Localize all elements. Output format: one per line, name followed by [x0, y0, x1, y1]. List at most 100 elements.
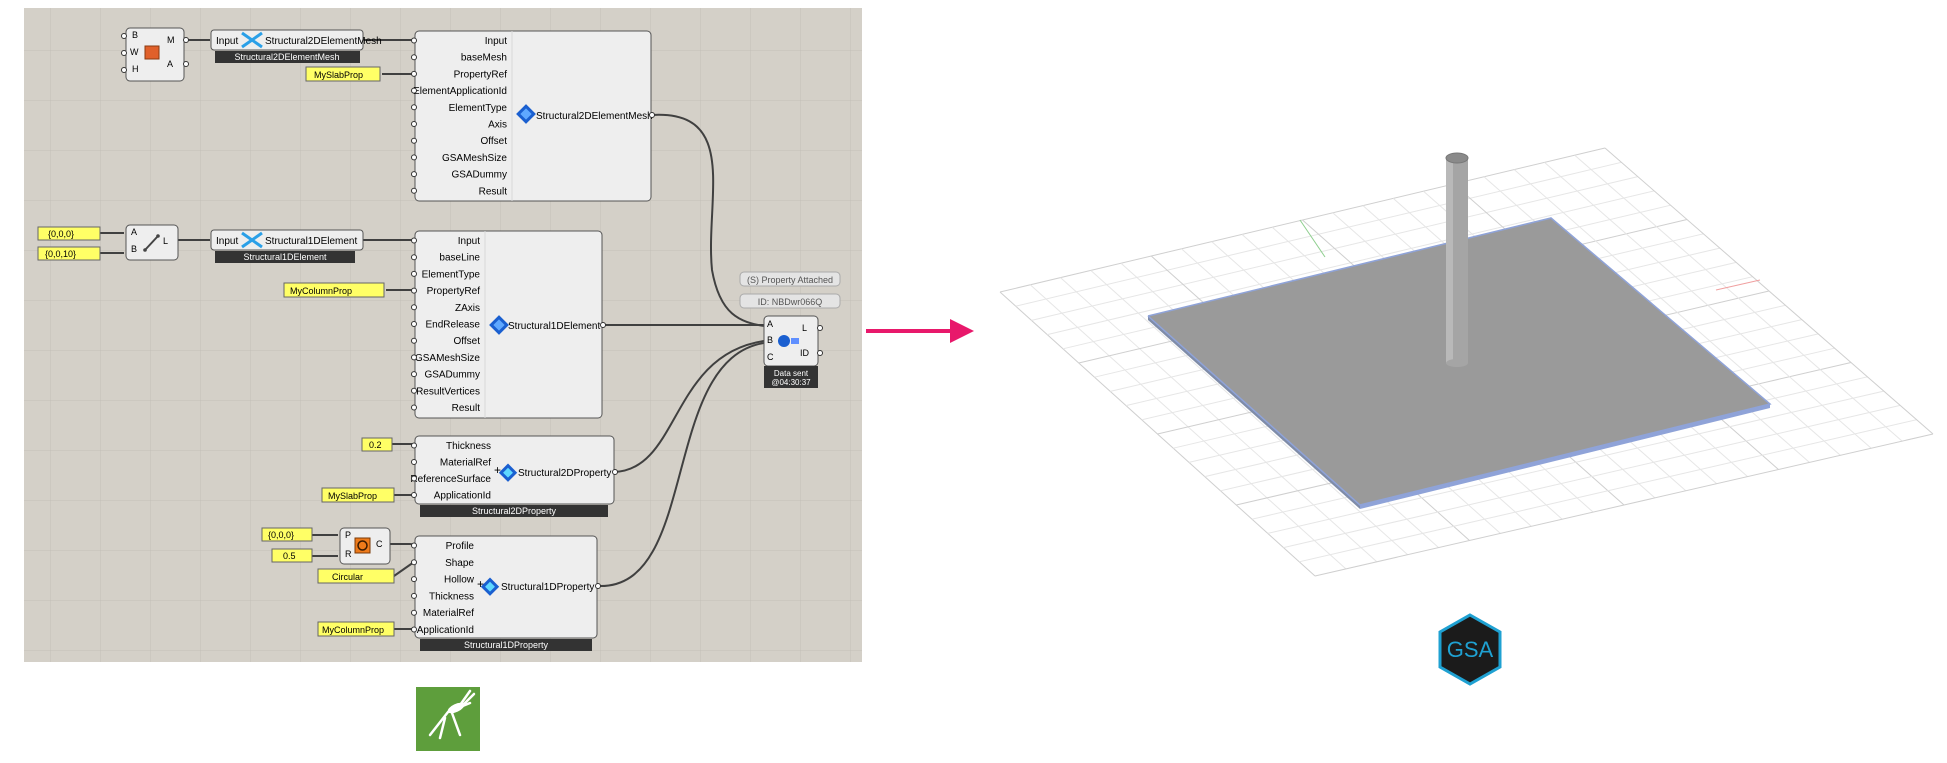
circle-input-p[interactable]: P [345, 530, 351, 540]
mesh-input-9[interactable]: Result [479, 186, 508, 197]
mesh-input-1-grip[interactable] [411, 54, 417, 61]
box-output-a[interactable]: A [167, 59, 173, 69]
element-input-4-grip[interactable] [411, 304, 417, 311]
prop1d-input-4-grip[interactable] [411, 609, 417, 616]
prop1d-input-0[interactable]: Profile [446, 541, 475, 552]
line-input-a[interactable]: A [131, 227, 137, 237]
element-input-10-grip[interactable] [411, 404, 417, 411]
circle-component[interactable]: P R C [339, 527, 391, 565]
mesh-input-3[interactable]: ElementApplicationId [413, 86, 507, 97]
element-input-3[interactable]: PropertyRef [427, 286, 481, 297]
panel-circle-radius[interactable]: 0.5 [271, 548, 313, 563]
element-input-9-grip[interactable] [411, 387, 417, 394]
sender-input-a[interactable]: A [767, 319, 773, 329]
circle-output-c[interactable]: C [376, 539, 383, 549]
convert-2d-input[interactable]: Input [216, 36, 238, 47]
3d-viewport[interactable] [999, 147, 1934, 577]
line-component[interactable]: A B L [125, 224, 179, 261]
panel-point-a[interactable]: {0,0,0} [37, 226, 101, 241]
element-input-6[interactable]: Offset [454, 336, 481, 347]
prop1d-input-0-grip[interactable] [411, 542, 417, 549]
element-input-0[interactable]: Input [458, 236, 480, 247]
sender-input-b[interactable]: B [767, 335, 773, 345]
mesh-input-8-grip[interactable] [411, 171, 417, 178]
box-input-h[interactable]: H [132, 64, 139, 74]
mesh-input-5[interactable]: Axis [488, 120, 507, 131]
mesh-component[interactable]: Input baseMesh PropertyRef ElementApplicati… [411, 30, 655, 202]
element-input-7[interactable]: GSAMeshSize [415, 353, 480, 364]
mesh-input-4-grip[interactable] [411, 104, 417, 111]
mesh-input-7[interactable]: GSAMeshSize [442, 153, 507, 164]
prop2d-input-0-grip[interactable] [411, 442, 417, 449]
mesh-input-4[interactable]: ElementType [449, 103, 508, 114]
sender-output-id[interactable]: ID [800, 348, 810, 358]
sender-output-l[interactable]: L [802, 323, 807, 333]
mesh-input-0-grip[interactable] [411, 37, 417, 44]
element-input-8-grip[interactable] [411, 371, 417, 378]
prop2d-input-0[interactable]: Thickness [446, 441, 491, 452]
prop2d-input-1-grip[interactable] [411, 459, 417, 465]
panel-shape[interactable]: Circular [317, 568, 395, 584]
prop1d-input-1-grip[interactable] [411, 559, 417, 566]
mesh-input-3-grip[interactable] [411, 87, 417, 94]
sender-input-c[interactable]: C [767, 352, 774, 362]
line-input-b[interactable]: B [131, 244, 137, 254]
convert-2d-output[interactable]: Structural2DElementMesh [265, 36, 382, 47]
element-input-6-grip[interactable] [411, 337, 417, 344]
element-output[interactable]: Structural1DElement [508, 321, 600, 332]
prop1d-input-5-grip[interactable] [411, 626, 417, 633]
mesh-input-5-grip[interactable] [411, 121, 417, 127]
box-component[interactable]: B W H M A [121, 27, 189, 82]
mesh-input-1[interactable]: baseMesh [461, 53, 507, 64]
element-input-7-grip[interactable] [411, 354, 417, 361]
mesh-input-8[interactable]: GSADummy [451, 170, 507, 181]
panel-circle-point[interactable]: {0,0,0} [261, 527, 313, 542]
prop1d-output[interactable]: Structural1DProperty [501, 582, 594, 593]
panel-thickness[interactable]: 0.2 [361, 437, 393, 452]
element-input-5-grip[interactable] [411, 321, 417, 327]
mesh-input-6-grip[interactable] [411, 137, 417, 144]
prop1d-input-2-grip[interactable] [411, 576, 417, 583]
mesh-input-7-grip[interactable] [411, 154, 417, 161]
prop1d-input-1[interactable]: Shape [445, 558, 474, 569]
element-component[interactable]: Input baseLine ElementType PropertyRef ZAxis… [411, 230, 606, 419]
element-input-2[interactable]: ElementType [422, 269, 481, 280]
prop2d-output[interactable]: Structural2DProperty [518, 468, 611, 479]
panel-slab-prop[interactable]: MySlabProp [305, 66, 381, 82]
box-output-m[interactable]: M [167, 35, 175, 45]
prop2d-input-3[interactable]: ApplicationId [434, 491, 491, 502]
mesh-input-6[interactable]: Offset [481, 136, 508, 147]
mesh-input-0[interactable]: Input [485, 36, 507, 47]
convert-2d-component[interactable]: Input Structural2DElementMesh Structural… [210, 29, 382, 63]
element-input-8[interactable]: GSADummy [424, 370, 480, 381]
element-input-2-grip[interactable] [411, 270, 417, 277]
prop2d-input-2[interactable]: ReferenceSurface [410, 474, 491, 485]
mesh-input-9-grip[interactable] [411, 187, 417, 194]
prop1d-input-5[interactable]: ApplicationId [417, 625, 474, 636]
prop1d-input-4[interactable]: MaterialRef [423, 608, 474, 619]
element-input-9[interactable]: ResultVertices [416, 386, 480, 397]
element-input-1[interactable]: baseLine [439, 253, 480, 264]
mesh-input-2[interactable]: PropertyRef [454, 69, 508, 80]
element-input-3-grip[interactable] [411, 287, 417, 294]
prop1d-component[interactable]: Profile Shape Hollow Thickness MaterialRef Ap… [411, 535, 601, 651]
mesh-output[interactable]: Structural2DElementMesh [536, 111, 653, 122]
box-input-b[interactable]: B [132, 30, 138, 40]
circle-input-r[interactable]: R [345, 549, 352, 559]
prop2d-input-3-grip[interactable] [411, 492, 417, 498]
prop1d-input-3-grip[interactable] [411, 592, 417, 599]
convert-1d-output[interactable]: Structural1DElement [265, 236, 357, 247]
prop1d-input-2[interactable]: Hollow [444, 575, 475, 586]
prop1d-input-3[interactable]: Thickness [429, 591, 474, 602]
panel-column-prop-2[interactable]: MyColumnProp [317, 621, 395, 637]
mesh-input-2-grip[interactable] [411, 70, 417, 77]
element-input-0-grip[interactable] [411, 237, 417, 244]
panel-point-b[interactable]: {0,0,10} [37, 246, 101, 261]
box-input-w[interactable]: W [130, 47, 139, 57]
panel-slab-prop-2[interactable]: MySlabProp [321, 487, 395, 503]
prop2d-input-1[interactable]: MaterialRef [440, 458, 491, 469]
panel-column-prop[interactable]: MyColumnProp [283, 282, 385, 298]
element-input-5[interactable]: EndRelease [426, 320, 481, 331]
element-input-10[interactable]: Result [452, 403, 481, 414]
line-output-l[interactable]: L [163, 236, 168, 246]
